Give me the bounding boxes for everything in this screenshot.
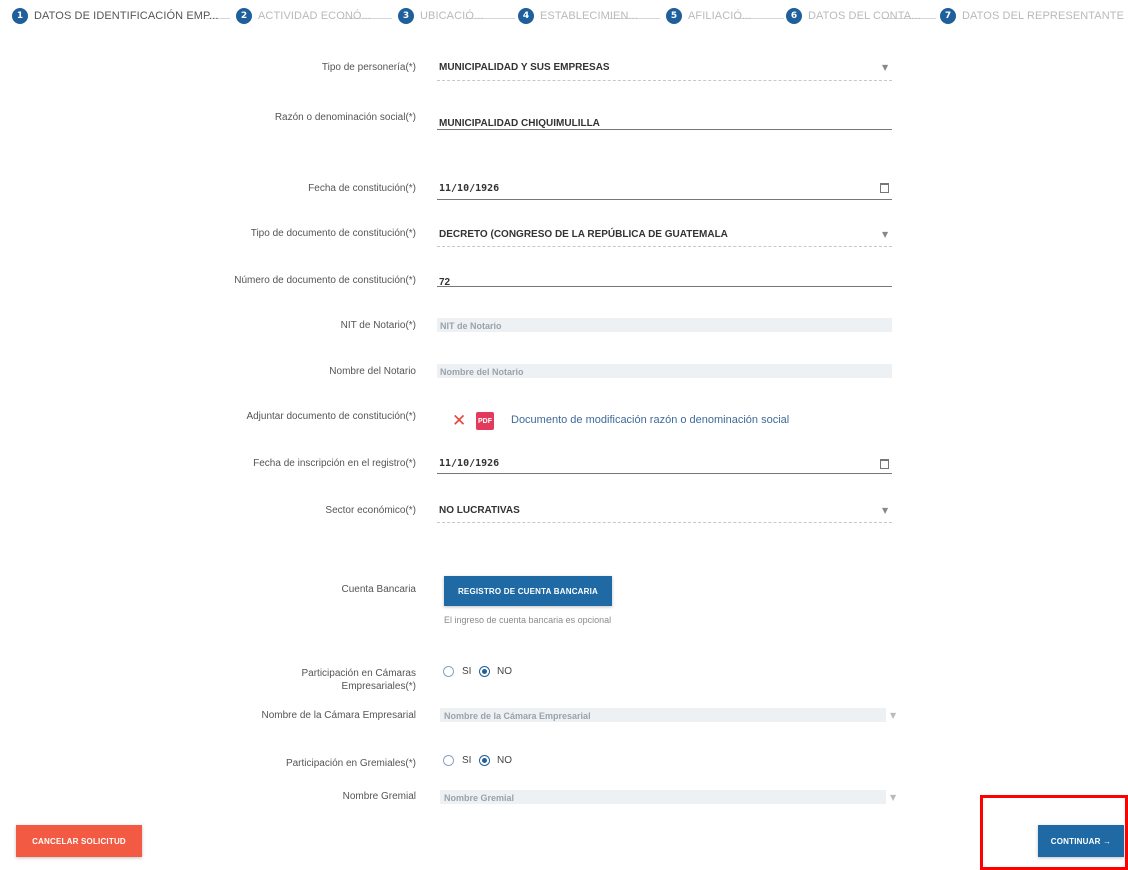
calendar-icon[interactable] xyxy=(880,183,889,193)
field-underline xyxy=(437,246,892,247)
fecha-constitucion-label: Fecha de constitución(*) xyxy=(308,183,416,194)
numero-documento-label: Número de documento de constitución(*) xyxy=(234,275,416,286)
nombre-gremial-label: Nombre Gremial xyxy=(342,791,416,802)
step-5[interactable]: 5 AFILIACIÓ... xyxy=(666,8,752,24)
camaras-no-radio[interactable] xyxy=(479,666,490,677)
step-2[interactable]: 2 ACTIVIDAD ECONÓ... xyxy=(236,8,371,24)
tipo-documento-select[interactable]: DECRETO (CONGRESO DE LA REPÚBLICA DE GUA… xyxy=(439,229,728,240)
camaras-si-label: SI xyxy=(462,666,472,677)
chevron-down-icon[interactable]: ▼ xyxy=(882,63,888,72)
step-label: ESTABLECIMIEN... xyxy=(540,10,638,22)
fecha-inscripcion-input[interactable]: 11/10/1926 xyxy=(439,458,499,469)
gremiales-si-label: SI xyxy=(462,755,472,766)
step-label: UBICACIÓ... xyxy=(420,10,484,22)
step-label: DATOS DE IDENTIFICACIÓN EMP... xyxy=(34,10,219,22)
adjuntar-documento-label: Adjuntar documento de constitución(*) xyxy=(246,411,416,422)
step-6[interactable]: 6 DATOS DEL CONTA... xyxy=(786,8,921,24)
step-number: 4 xyxy=(518,8,534,24)
nombre-camara-placeholder: Nombre de la Cámara Empresarial xyxy=(444,711,591,721)
field-underline xyxy=(437,522,892,523)
calendar-icon[interactable] xyxy=(880,459,889,469)
cuenta-bancaria-label: Cuenta Bancaria xyxy=(341,584,417,595)
field-underline xyxy=(437,199,892,200)
step-label: AFILIACIÓ... xyxy=(688,10,752,22)
camaras-label: Participación en Cámaras Empresariales(*… xyxy=(302,667,417,693)
fecha-inscripcion-label: Fecha de inscripción en el registro(*) xyxy=(253,458,416,469)
fecha-constitucion-input[interactable]: 11/10/1926 xyxy=(439,183,499,194)
step-number: 7 xyxy=(940,8,956,24)
razon-social-input[interactable]: MUNICIPALIDAD CHIQUIMULILLA xyxy=(439,118,600,129)
step-label: DATOS DEL CONTA... xyxy=(808,10,921,22)
step-number: 6 xyxy=(786,8,802,24)
step-number: 5 xyxy=(666,8,682,24)
camaras-label-line1: Participación en Cámaras xyxy=(301,668,417,679)
step-1[interactable]: 1 DATOS DE IDENTIFICACIÓN EMP... xyxy=(12,8,219,24)
step-3[interactable]: 3 UBICACIÓ... xyxy=(398,8,483,24)
gremiales-no-radio[interactable] xyxy=(479,755,490,766)
cuenta-bancaria-hint: El ingreso de cuenta bancaria es opciona… xyxy=(444,615,612,625)
nit-notario-input xyxy=(437,318,892,332)
sector-economico-select[interactable]: NO LUCRATIVAS xyxy=(439,505,520,516)
chevron-down-icon[interactable]: ▼ xyxy=(882,506,888,515)
cancelar-solicitud-button[interactable]: CANCELAR SOLICITUD xyxy=(16,825,142,857)
nombre-notario-placeholder: Nombre del Notario xyxy=(440,367,524,377)
wizard-stepper: 1 DATOS DE IDENTIFICACIÓN EMP... 2 ACTIV… xyxy=(0,6,1128,30)
registro-cuenta-bancaria-button[interactable]: REGISTRO DE CUENTA BANCARIA xyxy=(444,576,612,606)
gremiales-label: Participación en Gremiales(*) xyxy=(285,758,416,769)
razon-social-label: Razón o denominación social(*) xyxy=(274,112,416,123)
step-label: ACTIVIDAD ECONÓ... xyxy=(258,10,372,22)
field-underline xyxy=(437,473,892,474)
nit-notario-placeholder: NIT de Notario xyxy=(440,321,502,331)
step-number: 2 xyxy=(236,8,252,24)
chevron-down-icon[interactable]: ▼ xyxy=(882,230,888,239)
step-number: 3 xyxy=(398,8,414,24)
chevron-down-icon: ▼ xyxy=(890,793,897,802)
camaras-label-line2: Empresariales(*) xyxy=(341,681,416,692)
field-underline xyxy=(437,286,892,287)
sector-economico-label: Sector económico(*) xyxy=(325,505,416,516)
tipo-documento-label: Tipo de documento de constitución(*) xyxy=(250,228,416,239)
step-7[interactable]: 7 DATOS DEL REPRESENTANTE L... xyxy=(940,8,1128,24)
step-4[interactable]: 4 ESTABLECIMIEN... xyxy=(518,8,638,24)
attached-document-link[interactable]: Documento de modificación razón o denomi… xyxy=(511,414,789,426)
chevron-down-icon: ▼ xyxy=(890,711,897,720)
gremiales-no-label: NO xyxy=(497,755,512,766)
gremiales-si-radio[interactable] xyxy=(443,755,454,766)
tipo-personeria-select[interactable]: MUNICIPALIDAD Y SUS EMPRESAS xyxy=(439,62,610,73)
nombre-gremial-placeholder: Nombre Gremial xyxy=(444,793,515,803)
nombre-camara-label: Nombre de la Cámara Empresarial xyxy=(261,710,416,721)
field-underline xyxy=(437,129,892,130)
step-label: DATOS DEL REPRESENTANTE L... xyxy=(962,10,1128,22)
camaras-no-label: NO xyxy=(497,666,512,677)
nit-notario-label: NIT de Notario(*) xyxy=(340,320,416,331)
remove-file-icon[interactable]: ✕ xyxy=(452,413,466,430)
field-underline xyxy=(437,80,892,81)
highlight-box xyxy=(980,795,1128,870)
tipo-personeria-label: Tipo de personería(*) xyxy=(321,62,416,73)
pdf-file-icon: PDF xyxy=(476,412,494,430)
step-number: 1 xyxy=(12,8,28,24)
camaras-si-radio[interactable] xyxy=(443,666,454,677)
nombre-notario-label: Nombre del Notario xyxy=(329,366,416,377)
